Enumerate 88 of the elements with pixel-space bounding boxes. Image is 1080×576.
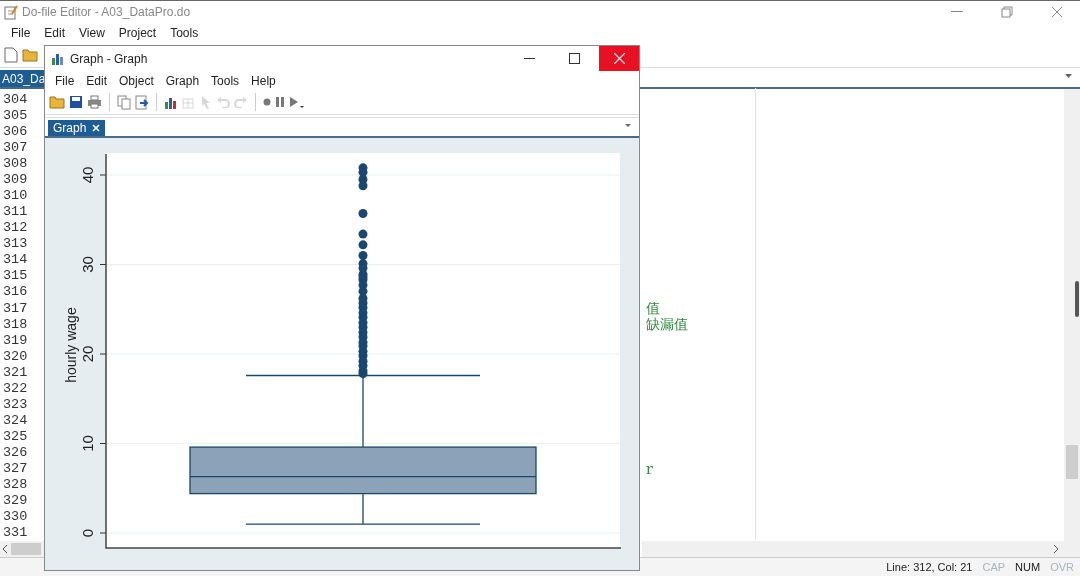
pause-icon[interactable]: [275, 96, 285, 109]
key-indicator: CAP: [982, 561, 1006, 573]
line-number: 320: [2, 348, 29, 364]
menu-item[interactable]: Tools: [205, 73, 246, 88]
line-number: 319: [2, 332, 29, 348]
line-number: 308: [2, 155, 29, 171]
graph-tab[interactable]: Graph: [48, 120, 106, 136]
line-number: 306: [2, 123, 29, 139]
bar-chart-icon: [51, 52, 65, 65]
menu-item[interactable]: Graph: [159, 73, 206, 88]
horizontal-scrollbar[interactable]: [642, 541, 1080, 557]
menu-item[interactable]: Edit: [80, 73, 114, 88]
new-file-icon[interactable]: [4, 47, 18, 63]
close-icon: [613, 53, 625, 64]
floppy-icon[interactable]: [69, 95, 83, 110]
line-number: 327: [2, 461, 29, 477]
maximize-icon[interactable]: [568, 53, 580, 64]
tick-mark: [99, 174, 107, 176]
line-number: 314: [2, 252, 29, 268]
outlier-point: [358, 286, 368, 296]
key-indicator: OVR: [1050, 561, 1074, 573]
outlier-point: [358, 167, 368, 177]
vertical-scrollbar[interactable]: [1064, 89, 1080, 541]
line-number: 323: [2, 396, 29, 412]
menu-item[interactable]: Project: [111, 26, 164, 40]
line-number: 313: [2, 236, 29, 252]
line-number: 324: [2, 412, 29, 428]
outlier-point: [358, 208, 368, 218]
menu-item[interactable]: File: [4, 26, 38, 40]
outlier-point: [358, 229, 368, 239]
menu-item[interactable]: File: [49, 73, 81, 88]
window-title: Do-file Editor - A03_DataPro.do: [22, 5, 192, 19]
close-button[interactable]: [599, 46, 639, 71]
line-number: 309: [2, 171, 29, 187]
line-number: 322: [2, 380, 29, 396]
dropdown-caret-icon[interactable]: [625, 124, 631, 128]
code-comment: 值: [646, 299, 661, 317]
line-number: 307: [2, 139, 29, 155]
tick-label: 0: [79, 528, 96, 538]
line-number: 315: [2, 268, 29, 284]
code-comment: 缺漏值: [646, 315, 689, 334]
outlier-point: [358, 240, 368, 250]
tick-label: 10: [79, 435, 96, 452]
window-title: Graph - Graph: [70, 51, 149, 66]
line-number: 326: [2, 444, 29, 460]
key-indicator: NUM: [1015, 561, 1041, 573]
bar-chart-icon[interactable]: [164, 95, 178, 110]
line-number: 310: [2, 187, 29, 203]
menu-item[interactable]: Help: [245, 73, 282, 88]
tick-mark: [99, 532, 107, 534]
play-icon[interactable]: [289, 95, 305, 110]
restore-icon[interactable]: [1001, 6, 1013, 18]
line-number: 317: [2, 301, 29, 317]
line-number: 331: [2, 525, 29, 541]
code-comment: r: [646, 460, 654, 477]
minimize-icon[interactable]: [523, 57, 535, 60]
line-number: 305: [2, 107, 29, 123]
line-number: 316: [2, 284, 29, 300]
tick-label: 40: [79, 166, 96, 184]
line-number: 311: [2, 203, 29, 219]
outlier-point: [358, 181, 368, 191]
tick-mark: [99, 443, 107, 444]
tick-label: 20: [79, 345, 96, 363]
menu-item[interactable]: Object: [113, 73, 160, 88]
tick-label: 30: [79, 256, 96, 273]
close-icon[interactable]: [1051, 6, 1063, 18]
axis-title: hourly wage: [63, 307, 79, 383]
printer-icon[interactable]: [87, 95, 102, 110]
line-number: 304: [2, 91, 29, 107]
record-icon[interactable]: [263, 98, 271, 107]
menu-item[interactable]: View: [72, 26, 112, 40]
line-number: 318: [2, 317, 29, 333]
dropdown-caret-icon[interactable]: [1065, 74, 1072, 78]
horizontal-scrollbar[interactable]: [0, 541, 44, 557]
menu-item[interactable]: Edit: [37, 26, 73, 40]
outlier-point: [358, 251, 368, 261]
tick-mark: [99, 353, 107, 355]
line-number: 325: [2, 428, 29, 444]
line-number: 312: [2, 220, 29, 236]
line-number: 329: [2, 493, 29, 509]
notepad-icon: [4, 4, 18, 20]
folder-icon[interactable]: [22, 48, 38, 62]
line-number: 321: [2, 364, 29, 380]
line-number: 330: [2, 509, 29, 525]
line-number: 328: [2, 477, 29, 493]
tick-mark: [99, 264, 107, 265]
menu-item[interactable]: Tools: [163, 26, 206, 40]
cursor-position: Line: 312, Col: 21: [886, 561, 973, 573]
